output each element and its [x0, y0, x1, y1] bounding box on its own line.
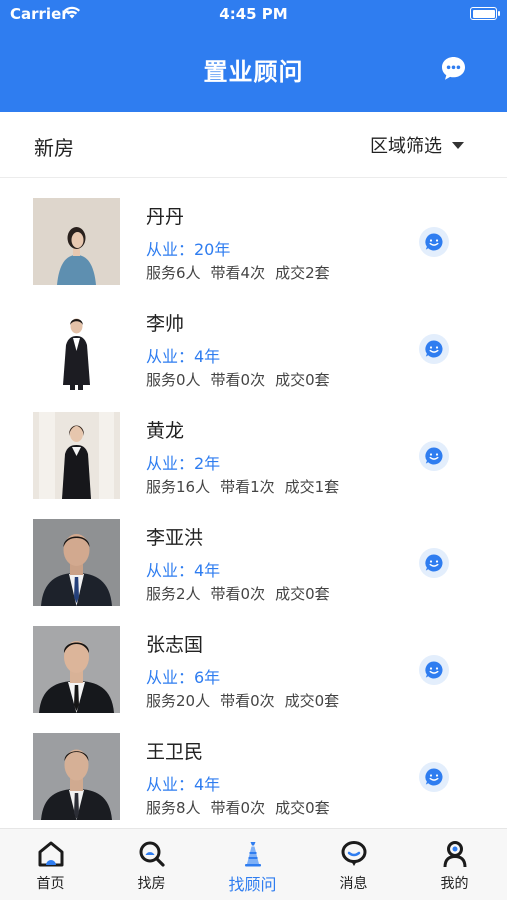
smile-chat-icon [425, 661, 443, 679]
consultant-stats: 服务0人 带看0次 成交0套 [146, 369, 330, 390]
bottom-tab-bar: 首页 找房 找顾问 消息 我的 [0, 828, 507, 900]
smile-chat-icon [425, 554, 443, 572]
consultant-photo [33, 519, 120, 606]
chat-button[interactable] [419, 441, 449, 471]
deal-count: 成交1套 [284, 478, 340, 496]
consultant-list: 丹丹 从业：20年 服务6人 带看4次 成交2套 李帅 从业：4年 服务0人 带… [0, 178, 507, 828]
tab-profile[interactable]: 我的 [404, 829, 505, 900]
tab-label: 我的 [440, 876, 469, 892]
tab-find-house[interactable]: 找房 [101, 829, 202, 900]
smile-chat-icon [425, 340, 443, 358]
smile-chat-icon [425, 233, 443, 251]
consultant-row[interactable]: 李帅 从业：4年 服务0人 带看0次 成交0套 [0, 285, 507, 392]
consultant-name: 王卫民 [146, 741, 204, 763]
tab-label: 首页 [36, 876, 65, 892]
viewing-count: 带看4次 [210, 264, 266, 282]
viewing-count: 带看1次 [220, 478, 275, 496]
chat-button[interactable] [419, 334, 449, 364]
tab-label: 找顾问 [228, 875, 277, 894]
consultant-stats: 服务16人 带看1次 成交1套 [146, 476, 339, 497]
message-icon [341, 841, 367, 866]
served-count: 服务8人 [146, 799, 201, 817]
app-header: Carrier 4:45 PM 置业顾问 [0, 0, 507, 112]
search-icon [139, 841, 165, 867]
consultant-experience: 从业：4年 [146, 775, 221, 794]
consultant-row[interactable]: 王卫民 从业：4年 服务8人 带看0次 成交0套 [0, 713, 507, 820]
profile-icon [443, 841, 467, 868]
filter-bar: 新房 区域筛选 [0, 112, 507, 178]
smile-chat-icon [425, 447, 443, 465]
battery-icon [470, 7, 500, 20]
tab-home[interactable]: 首页 [0, 829, 101, 900]
consultant-name: 黄龙 [146, 420, 185, 442]
category-title: 新房 [34, 136, 74, 160]
tab-label: 找房 [137, 876, 166, 892]
viewing-count: 带看0次 [210, 585, 266, 603]
consultant-name: 张志国 [146, 634, 204, 656]
tab-find-consultant[interactable]: 找顾问 [202, 829, 303, 900]
tab-messages[interactable]: 消息 [303, 829, 404, 900]
consultant-name: 李帅 [146, 313, 185, 335]
status-bar: Carrier 4:45 PM [0, 0, 507, 30]
consultant-name: 丹丹 [146, 206, 185, 228]
tab-label: 消息 [339, 876, 368, 892]
consultant-row[interactable]: 黄龙 从业：2年 服务16人 带看1次 成交1套 [0, 392, 507, 499]
served-count: 服务6人 [146, 264, 201, 282]
consultant-row[interactable]: 丹丹 从业：20年 服务6人 带看4次 成交2套 [0, 178, 507, 285]
consultant-experience: 从业：4年 [146, 561, 221, 580]
served-count: 服务20人 [146, 692, 211, 710]
consultant-photo [33, 198, 120, 285]
consultant-photo [33, 733, 120, 820]
consultant-photo [33, 305, 120, 392]
smile-chat-icon [425, 768, 443, 786]
deal-count: 成交0套 [275, 799, 330, 817]
consultant-photo [33, 626, 120, 713]
consultant-experience: 从业：20年 [146, 240, 231, 259]
consultant-icon [245, 842, 261, 867]
caret-down-icon [452, 141, 464, 149]
deal-count: 成交0套 [275, 585, 330, 603]
served-count: 服务16人 [146, 478, 211, 496]
consultant-experience: 从业：6年 [146, 668, 221, 687]
consultant-name: 李亚洪 [146, 527, 204, 549]
deal-count: 成交2套 [275, 264, 330, 282]
chat-button[interactable] [419, 227, 449, 257]
chat-button[interactable] [419, 655, 449, 685]
viewing-count: 带看0次 [220, 692, 275, 710]
deal-count: 成交0套 [284, 692, 340, 710]
consultant-row[interactable]: 李亚洪 从业：4年 服务2人 带看0次 成交0套 [0, 499, 507, 606]
home-icon [38, 841, 64, 867]
page-title: 置业顾问 [203, 58, 304, 86]
region-filter-dropdown[interactable]: 区域筛选 [370, 132, 464, 158]
consultant-stats: 服务20人 带看0次 成交0套 [146, 690, 339, 711]
consultant-row[interactable]: 张志国 从业：6年 服务20人 带看0次 成交0套 [0, 606, 507, 713]
consultant-stats: 服务8人 带看0次 成交0套 [146, 797, 330, 818]
viewing-count: 带看0次 [210, 799, 266, 817]
chat-button[interactable] [419, 762, 449, 792]
consultant-stats: 服务6人 带看4次 成交2套 [146, 262, 330, 283]
served-count: 服务0人 [146, 371, 201, 389]
consultant-experience: 从业：4年 [146, 347, 221, 366]
deal-count: 成交0套 [275, 371, 330, 389]
consultant-stats: 服务2人 带看0次 成交0套 [146, 583, 330, 604]
viewing-count: 带看0次 [210, 371, 266, 389]
chat-button[interactable] [419, 548, 449, 578]
consultant-photo [33, 412, 120, 499]
region-filter-label: 区域筛选 [370, 136, 442, 157]
consultant-experience: 从业：2年 [146, 454, 221, 473]
status-time: 4:45 PM [219, 5, 288, 23]
served-count: 服务2人 [146, 585, 201, 603]
chat-bubble-icon[interactable] [440, 55, 467, 82]
